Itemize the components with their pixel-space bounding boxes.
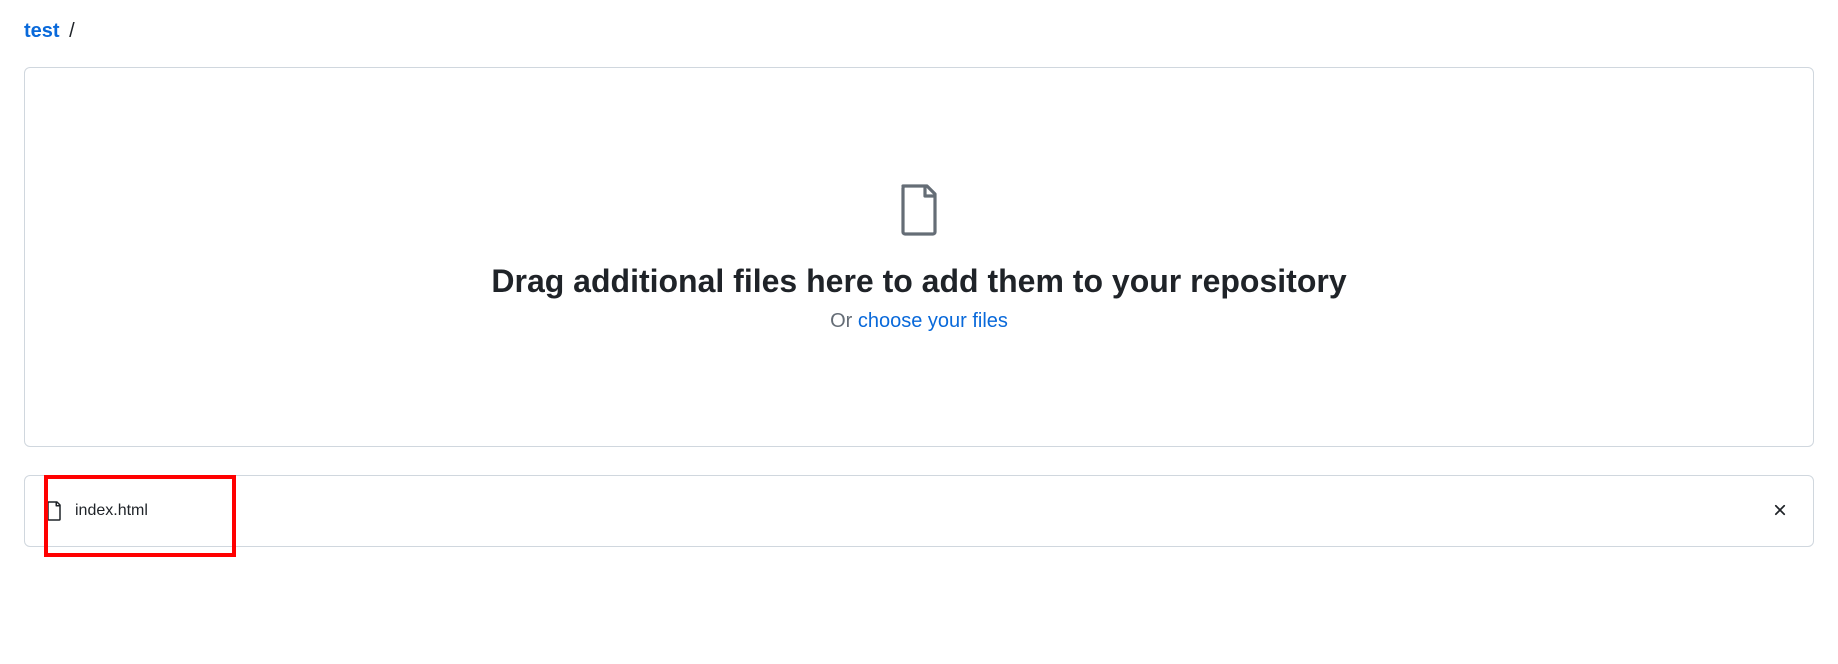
- remove-file-button[interactable]: [1767, 497, 1793, 526]
- file-info: index.html: [45, 500, 148, 522]
- file-drop-zone[interactable]: Drag additional files here to add them t…: [24, 67, 1814, 447]
- file-icon: [45, 500, 63, 522]
- file-name: index.html: [75, 502, 148, 520]
- file-icon: [895, 182, 943, 243]
- dropzone-subtext: Or choose your files: [830, 310, 1008, 333]
- or-text: Or: [830, 310, 858, 332]
- breadcrumb-repo-link[interactable]: test: [24, 20, 60, 42]
- choose-files-link[interactable]: choose your files: [858, 310, 1008, 332]
- dropzone-heading: Drag additional files here to add them t…: [491, 263, 1346, 300]
- breadcrumb: test /: [24, 20, 1814, 43]
- uploaded-file-row: index.html: [24, 475, 1814, 547]
- close-icon: [1771, 501, 1789, 522]
- breadcrumb-separator: /: [69, 20, 75, 42]
